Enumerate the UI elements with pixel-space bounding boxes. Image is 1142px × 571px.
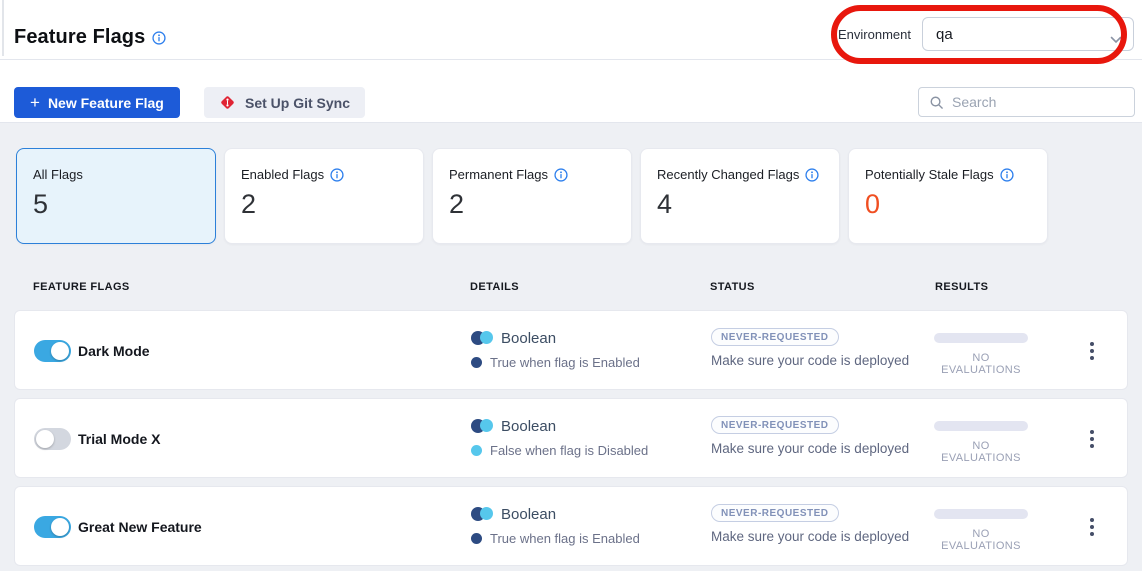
column-header-results: RESULTS	[935, 281, 988, 293]
results-text: NO EVALUATIONS	[934, 352, 1028, 376]
rule-dot-icon	[471, 357, 482, 368]
page-header: Feature Flags Environment qa	[0, 0, 1142, 60]
new-feature-flag-label: New Feature Flag	[48, 95, 164, 111]
environment-label: Environment	[838, 27, 911, 42]
card-label: All Flags	[33, 167, 83, 182]
flag-results: NO EVALUATIONS	[934, 421, 1028, 464]
page-title: Feature Flags	[14, 26, 145, 49]
card-permanent-flags[interactable]: Permanent Flags 2	[432, 148, 632, 244]
flag-type: Boolean	[501, 330, 556, 347]
flag-type: Boolean	[501, 506, 556, 523]
left-edge-divider	[2, 0, 4, 56]
card-recently-changed-flags[interactable]: Recently Changed Flags 4	[640, 148, 840, 244]
card-label: Potentially Stale Flags	[865, 167, 994, 182]
status-text: Make sure your code is deployed	[711, 529, 909, 544]
search-input[interactable]	[952, 94, 1133, 110]
column-header-feature-flags: FEATURE FLAGS	[33, 281, 130, 293]
info-icon[interactable]	[805, 168, 819, 182]
rule-text: True when flag is Enabled	[490, 355, 640, 370]
flag-toggle[interactable]	[34, 340, 71, 362]
toggle-knob	[36, 430, 54, 448]
results-bar	[934, 333, 1028, 343]
chevron-down-icon	[1110, 31, 1122, 49]
flag-name[interactable]: Dark Mode	[78, 311, 150, 391]
rule-text: True when flag is Enabled	[490, 531, 640, 546]
flag-type: Boolean	[501, 418, 556, 435]
plus-icon: +	[30, 94, 40, 111]
boolean-type-icon	[471, 331, 493, 345]
flag-results: NO EVALUATIONS	[934, 333, 1028, 376]
flag-name[interactable]: Great New Feature	[78, 487, 202, 567]
flag-status: NEVER-REQUESTED Make sure your code is d…	[711, 415, 909, 456]
card-label: Permanent Flags	[449, 167, 548, 182]
status-badge: NEVER-REQUESTED	[711, 504, 839, 522]
git-sync-label: Set Up Git Sync	[245, 95, 350, 111]
table-row[interactable]: Dark Mode Boolean True when flag is Enab…	[14, 310, 1128, 390]
rule-dot-icon	[471, 533, 482, 544]
boolean-type-icon	[471, 507, 493, 521]
flag-status: NEVER-REQUESTED Make sure your code is d…	[711, 327, 909, 368]
rule-text: False when flag is Disabled	[490, 443, 648, 458]
info-icon[interactable]	[1000, 168, 1014, 182]
flag-details: Boolean True when flag is Enabled	[471, 327, 640, 370]
status-badge: NEVER-REQUESTED	[711, 416, 839, 434]
table-row[interactable]: Great New Feature Boolean True when flag…	[14, 486, 1128, 566]
setup-git-sync-button[interactable]: Set Up Git Sync	[204, 87, 365, 118]
card-value: 4	[657, 189, 823, 220]
flag-toggle[interactable]	[34, 428, 71, 450]
toolbar: + New Feature Flag Set Up Git Sync	[0, 60, 1142, 123]
results-text: NO EVALUATIONS	[934, 528, 1028, 552]
environment-select[interactable]: qa	[922, 17, 1134, 51]
status-text: Make sure your code is deployed	[711, 353, 909, 368]
card-label: Recently Changed Flags	[657, 167, 799, 182]
card-potentially-stale-flags[interactable]: Potentially Stale Flags 0	[848, 148, 1048, 244]
flag-name[interactable]: Trial Mode X	[78, 399, 160, 479]
card-value: 2	[449, 189, 615, 220]
status-badge: NEVER-REQUESTED	[711, 328, 839, 346]
card-all-flags[interactable]: All Flags 5	[16, 148, 216, 244]
card-enabled-flags[interactable]: Enabled Flags 2	[224, 148, 424, 244]
kebab-menu-icon[interactable]	[1084, 337, 1100, 365]
toggle-knob	[51, 518, 69, 536]
new-feature-flag-button[interactable]: + New Feature Flag	[14, 87, 180, 118]
flag-toggle[interactable]	[34, 516, 71, 538]
boolean-type-icon	[471, 419, 493, 433]
environment-selected-value: qa	[936, 26, 953, 43]
search-box[interactable]	[918, 87, 1135, 117]
rule-dot-icon	[471, 445, 482, 456]
card-value: 5	[33, 189, 199, 220]
table-row[interactable]: Trial Mode X Boolean False when flag is …	[14, 398, 1128, 478]
page-title-wrap: Feature Flags	[14, 26, 166, 49]
card-value: 2	[241, 189, 407, 220]
info-icon[interactable]	[330, 168, 344, 182]
info-icon[interactable]	[554, 168, 568, 182]
content-area: All Flags 5 Enabled Flags 2 Permanent Fl…	[0, 123, 1142, 571]
kebab-menu-icon[interactable]	[1084, 513, 1100, 541]
flag-details: Boolean False when flag is Disabled	[471, 415, 648, 458]
flag-details: Boolean True when flag is Enabled	[471, 503, 640, 546]
toggle-knob	[51, 342, 69, 360]
feature-flags-page: Feature Flags Environment qa + New Featu…	[0, 0, 1142, 571]
results-bar	[934, 421, 1028, 431]
card-value: 0	[865, 189, 1031, 220]
column-header-status: STATUS	[710, 281, 755, 293]
status-text: Make sure your code is deployed	[711, 441, 909, 456]
flag-status: NEVER-REQUESTED Make sure your code is d…	[711, 503, 909, 544]
results-text: NO EVALUATIONS	[934, 440, 1028, 464]
environment-control: Environment qa	[838, 17, 1134, 51]
git-diamond-icon	[219, 94, 236, 111]
column-header-details: DETAILS	[470, 281, 519, 293]
results-bar	[934, 509, 1028, 519]
flag-results: NO EVALUATIONS	[934, 509, 1028, 552]
kebab-menu-icon[interactable]	[1084, 425, 1100, 453]
card-label: Enabled Flags	[241, 167, 324, 182]
search-icon	[929, 95, 944, 110]
title-info-icon[interactable]	[152, 31, 166, 45]
